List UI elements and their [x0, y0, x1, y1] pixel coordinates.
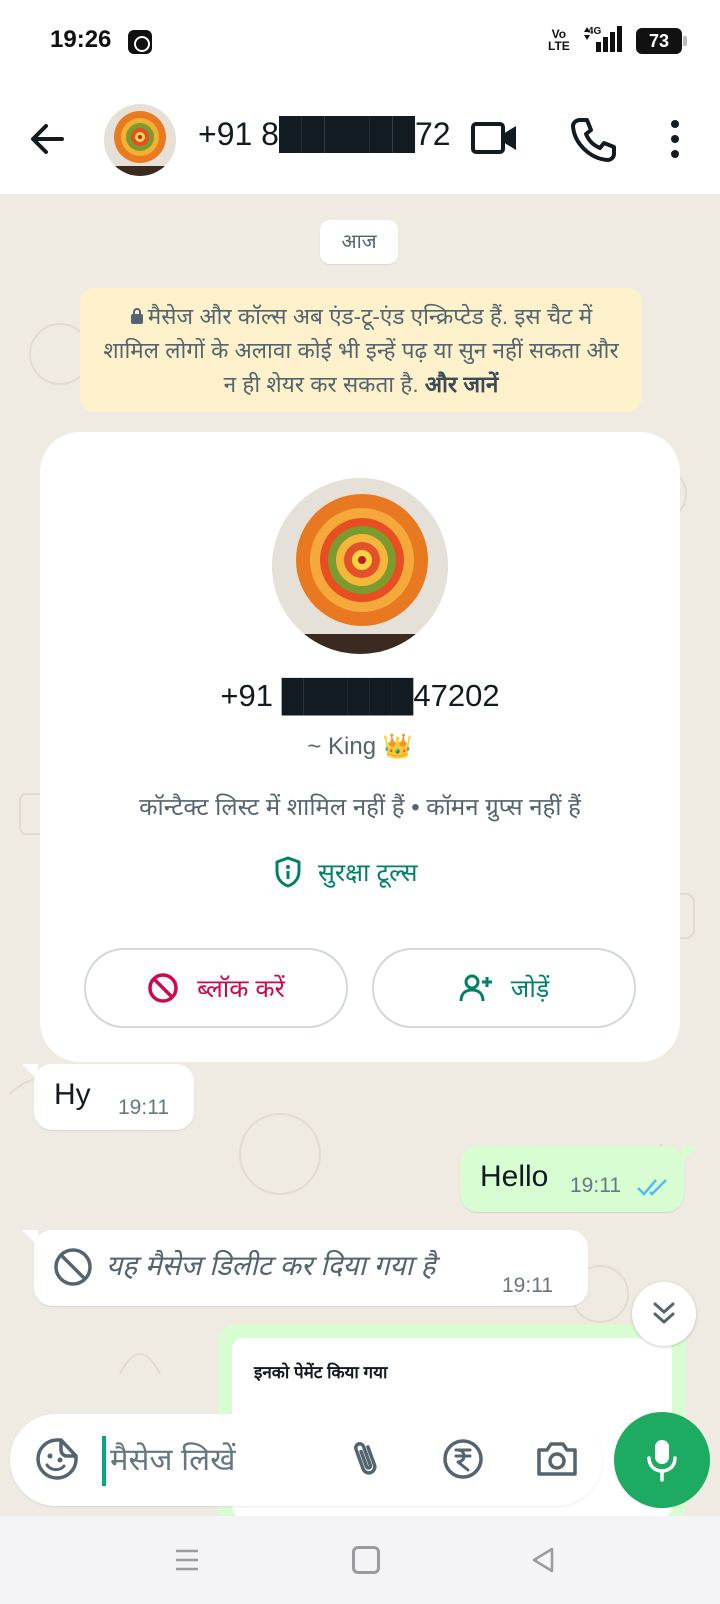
contact-avatar[interactable] [104, 104, 176, 176]
message-outgoing[interactable]: Hello 19:11 [460, 1146, 698, 1212]
battery-indicator: 73 [636, 28, 687, 54]
payment-text: इनको पेमेंट किया गया [254, 1363, 388, 1382]
phone-icon[interactable] [568, 114, 618, 164]
app-notification-icon [128, 30, 152, 54]
message-time: 19:11 [118, 1096, 169, 1119]
double-chevron-down-icon [653, 1302, 675, 1324]
scroll-to-bottom-button[interactable] [632, 1282, 696, 1346]
block-button[interactable]: ब्लॉक करें [84, 948, 348, 1028]
nav-back-icon[interactable] [530, 1546, 556, 1574]
contact-info-text: कॉन्टैक्ट लिस्ट में शामिल नहीं हैं • कॉम… [139, 794, 581, 821]
date-chip: आज [320, 220, 398, 264]
add-label: जोड़ें [510, 975, 550, 1003]
chat-header: +91 8██████72... [0, 84, 720, 194]
contact-phone-number: +91 ██████47202 [220, 678, 500, 713]
attach-icon[interactable] [344, 1436, 390, 1482]
learn-more-link[interactable]: और जानें [425, 372, 498, 397]
back-arrow-icon[interactable] [22, 114, 72, 164]
encryption-notice[interactable]: मैसेज और कॉल्स अब एंड-टू-एंड एन्क्रिप्टे… [80, 288, 642, 412]
status-bar: 19:26 Vo LTE 4G 73 [0, 0, 720, 84]
double-tick-icon [637, 1179, 667, 1196]
deleted-icon [54, 1248, 92, 1286]
mandala-image [104, 104, 176, 176]
voice-message-button[interactable] [614, 1412, 710, 1508]
contact-title[interactable]: +91 8██████72... [198, 116, 453, 153]
message-deleted[interactable]: यह मैसेज डिलीट कर दिया गया है 19:11 [22, 1230, 588, 1306]
safety-tools-link[interactable]: सुरक्षा टूल्स [274, 852, 418, 892]
contact-info-card: +91 ██████47202 ~ King 👑 कॉन्टैक्ट लिस्ट… [40, 432, 680, 1062]
status-time: 19:26 [50, 26, 112, 53]
deleted-message-text: यह मैसेज डिलीट कर दिया गया है [106, 1250, 436, 1281]
safety-tools-label: सुरक्षा टूल्स [318, 859, 418, 887]
lock-icon [130, 308, 143, 324]
contact-about: ~ King 👑 [307, 733, 413, 760]
message-text: Hy [54, 1078, 91, 1111]
add-contact-button[interactable]: जोड़ें [372, 948, 636, 1028]
message-time: 19:11 [570, 1174, 621, 1197]
block-icon [148, 973, 178, 1003]
recents-menu-icon[interactable] [174, 1548, 200, 1572]
volte-bottom-label: LTE [548, 39, 570, 53]
encryption-text: मैसेज और कॉल्स अब एंड-टू-एंड एन्क्रिप्टे… [103, 304, 619, 397]
camera-icon[interactable] [534, 1436, 580, 1482]
more-vert-icon[interactable] [660, 114, 690, 164]
shield-info-icon [275, 856, 301, 888]
home-icon[interactable] [352, 1546, 380, 1574]
signal-icon [584, 26, 622, 52]
contact-card-avatar[interactable] [272, 478, 448, 654]
message-time: 19:11 [502, 1274, 553, 1297]
volte-indicator: Vo LTE [548, 28, 570, 52]
text-cursor [102, 1436, 106, 1486]
block-label: ब्लॉक करें [197, 975, 285, 1003]
add-person-icon [459, 974, 492, 1002]
system-nav-bar [0, 1516, 720, 1604]
message-input-bar [10, 1414, 602, 1506]
rupee-payment-icon[interactable] [440, 1436, 486, 1482]
message-text: Hello [480, 1160, 549, 1193]
video-call-icon[interactable] [470, 116, 520, 160]
message-input[interactable] [110, 1434, 330, 1486]
sticker-emoji-icon[interactable] [34, 1436, 80, 1482]
message-incoming[interactable]: Hy 19:11 [22, 1064, 194, 1130]
mic-icon [647, 1440, 677, 1482]
chat-area[interactable]: आज मैसेज और कॉल्स अब एंड-टू-एंड एन्क्रिप… [0, 194, 720, 1516]
mandala-image [272, 478, 448, 654]
